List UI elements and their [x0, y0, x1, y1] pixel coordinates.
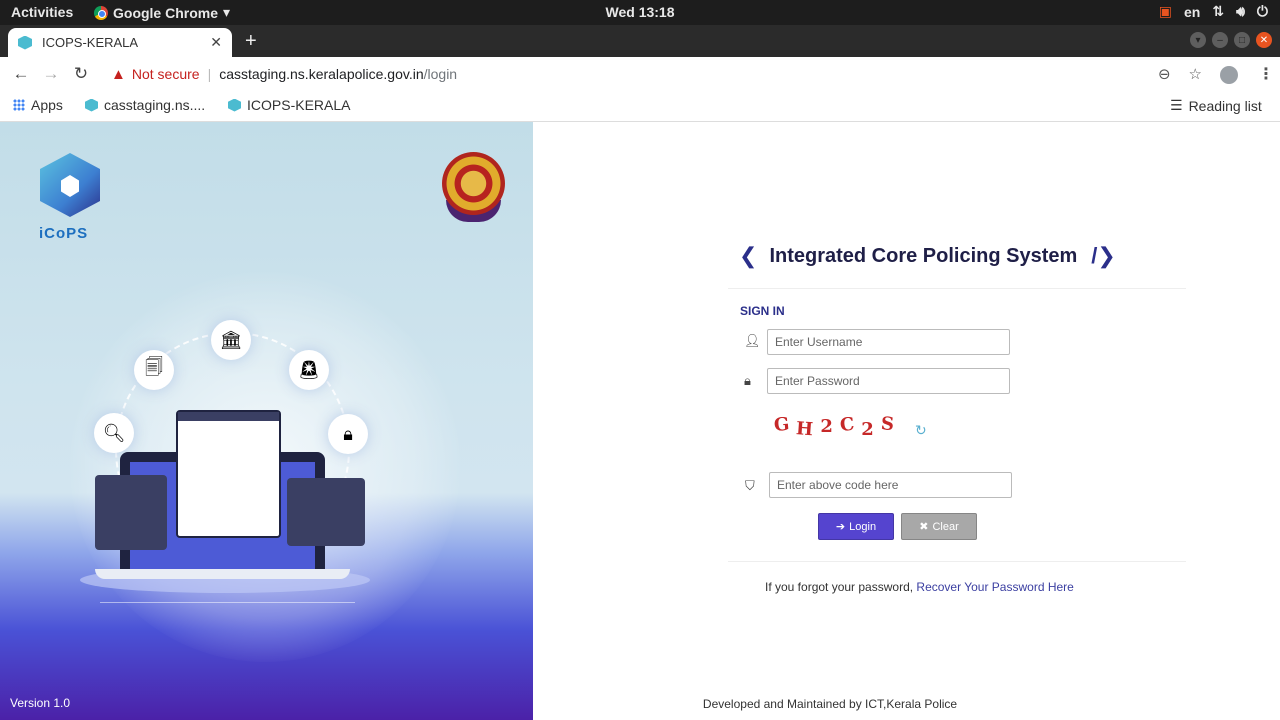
- reading-list-icon: ☰: [1170, 97, 1183, 113]
- police-emblem-icon: 🏛︎: [211, 320, 251, 360]
- warning-icon: ▲: [111, 65, 126, 83]
- divider: [728, 561, 1186, 562]
- divider: [728, 288, 1186, 289]
- captcha-char: 2: [820, 416, 840, 437]
- reading-list-button[interactable]: ☰ Reading list: [1170, 97, 1262, 114]
- browser-toolbar: ← → ↻ ▲ Not secure | casstaging.ns.keral…: [0, 57, 1280, 91]
- logo-text: iCoPS: [39, 225, 89, 242]
- close-tab-icon[interactable]: ✕: [210, 34, 222, 51]
- close-window-icon[interactable]: ✕: [1256, 32, 1272, 48]
- tab-title: ICOPS-KERALA: [42, 35, 139, 50]
- code-window-illustration: [95, 475, 167, 550]
- page-title: ❮ Integrated Core Policing System /❯: [739, 243, 1116, 269]
- login-button[interactable]: ➔ Login: [818, 513, 894, 540]
- browser-window-illustration: [176, 410, 281, 538]
- network-icon: ⇅: [1212, 3, 1225, 19]
- back-icon[interactable]: ←: [6, 64, 36, 84]
- icops-logo: [40, 153, 102, 217]
- bookmark-star-icon[interactable]: ☆: [1189, 65, 1202, 83]
- reading-list-label: Reading list: [1188, 97, 1262, 114]
- menu-kebab-icon[interactable]: ⋮: [1258, 64, 1274, 84]
- login-label: Login: [849, 520, 877, 533]
- tab-strip: ICOPS-KERALA ✕ + ▾ – □ ✕: [0, 25, 1280, 57]
- alert-siren-icon: 🚨︎: [289, 350, 329, 390]
- icops-favicon: [85, 98, 98, 112]
- reload-icon[interactable]: ↻: [66, 64, 96, 84]
- shield-icon: ⛉: [745, 478, 755, 493]
- title-text: Integrated Core Policing System: [769, 244, 1078, 267]
- sign-in-heading: SIGN IN: [740, 304, 785, 318]
- recover-password-link[interactable]: Recover Your Password Here: [916, 580, 1073, 594]
- camera-icon: ▣: [1158, 3, 1173, 19]
- laptop-base: [95, 569, 350, 579]
- power-icon: ⏻: [1256, 3, 1268, 19]
- language-indicator[interactable]: en: [1184, 4, 1200, 20]
- system-tray[interactable]: ▣ en ⇅ 🔊︎ ⏻: [1159, 3, 1268, 20]
- sign-in-icon: ➔: [835, 521, 846, 533]
- documents-icon: 🗐: [134, 350, 174, 390]
- bookmark-label: ICOPS-KERALA: [247, 97, 351, 113]
- forgot-password-text: If you forgot your password, Recover You…: [765, 580, 1074, 594]
- clear-button[interactable]: ✖ Clear: [901, 513, 977, 540]
- user-icon: 👤︎: [744, 333, 761, 348]
- icops-favicon: [18, 35, 32, 50]
- lock-icon: 🔒︎: [744, 373, 751, 388]
- illustration-panel: iCoPS 🏛︎ 🗐 🚨︎ 🔍︎ 🔒︎ Version 1.0: [0, 122, 533, 720]
- address-bar[interactable]: ▲ Not secure | casstaging.ns.keralapolic…: [105, 60, 1210, 88]
- captcha-char: C: [838, 412, 863, 437]
- new-tab-button[interactable]: +: [245, 30, 257, 53]
- captcha-image: GH2C2S: [773, 412, 902, 441]
- icops-favicon: [228, 98, 241, 112]
- list-window-illustration: [287, 478, 365, 546]
- app-menu-label: Google Chrome: [113, 4, 219, 21]
- url-host: casstaging.ns.keralapolice.gov.in: [219, 66, 424, 82]
- app-menu[interactable]: Google Chrome ▾: [94, 4, 230, 21]
- version-label: Version 1.0: [10, 696, 71, 710]
- chevron-down-icon: ▾: [223, 4, 231, 20]
- clear-label: Clear: [932, 520, 959, 533]
- password-input[interactable]: [767, 368, 1010, 394]
- bookmark-icops[interactable]: ICOPS-KERALA: [228, 97, 350, 113]
- url-separator: |: [207, 66, 212, 82]
- apps-grid-icon: [13, 99, 25, 111]
- lock-icon: 🔒︎: [328, 414, 368, 454]
- security-status[interactable]: Not secure: [132, 66, 200, 82]
- system-top-bar: Activities Google Chrome ▾ Wed 13:18 ▣ en…: [0, 0, 1280, 25]
- close-icon: ✖: [919, 521, 929, 533]
- footer-credit: Developed and Maintained by ICT,Kerala P…: [702, 697, 958, 711]
- bookmark-casstaging[interactable]: casstaging.ns....: [85, 97, 205, 113]
- code-slash-icon: /❯: [1091, 243, 1116, 268]
- window-controls: ▾ – □ ✕: [1190, 32, 1272, 48]
- maximize-icon[interactable]: □: [1234, 32, 1250, 48]
- username-input[interactable]: [767, 329, 1010, 355]
- captcha-char: 2: [861, 419, 881, 440]
- captcha-input[interactable]: [769, 472, 1012, 498]
- refresh-captcha-icon[interactable]: ↻: [915, 422, 927, 439]
- zoom-icon[interactable]: ⊖: [1158, 65, 1171, 83]
- kerala-police-emblem: [442, 152, 505, 224]
- profile-avatar[interactable]: [1220, 66, 1238, 84]
- bookmark-label: casstaging.ns....: [104, 97, 206, 113]
- chevron-left-icon: ❮: [739, 243, 758, 268]
- captcha-char: S: [879, 413, 902, 436]
- captcha-char: G: [773, 413, 798, 436]
- forward-icon[interactable]: →: [36, 64, 66, 84]
- bookmark-label: Apps: [31, 97, 63, 113]
- login-panel: ❮ Integrated Core Policing System /❯ SIG…: [533, 122, 1280, 720]
- investigation-icon: 🔍︎: [94, 413, 134, 453]
- browser-tab[interactable]: ICOPS-KERALA ✕: [8, 28, 232, 57]
- bookmarks-bar: Apps casstaging.ns.... ICOPS-KERALA ☰ Rea…: [0, 91, 1280, 122]
- bookmark-apps[interactable]: Apps: [13, 97, 63, 113]
- minimize-icon[interactable]: –: [1212, 32, 1228, 48]
- chrome-icon: [94, 5, 108, 20]
- activities-button[interactable]: Activities: [11, 4, 73, 20]
- url-path: /login: [423, 66, 458, 82]
- circuit-lines: [100, 602, 355, 692]
- forgot-text: If you forgot your password,: [765, 580, 914, 594]
- captcha-char: H: [795, 418, 822, 441]
- volume-icon: 🔊︎: [1236, 3, 1245, 19]
- tab-search-icon[interactable]: ▾: [1190, 32, 1206, 48]
